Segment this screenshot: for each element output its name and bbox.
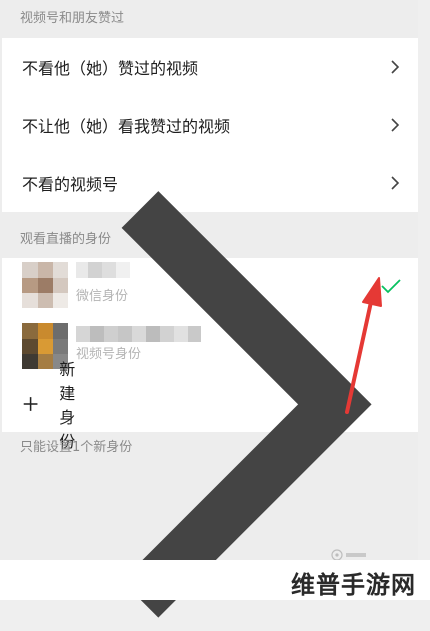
row-label: 不看他（她）赞过的视频 (22, 59, 199, 78)
plus-icon (23, 397, 38, 411)
hide-their-liked-videos-row[interactable]: 不看他（她）赞过的视频 (2, 38, 418, 96)
annotation-arrow (345, 277, 382, 414)
row-label: 不让他（她）看我赞过的视频 (22, 117, 231, 136)
watermark-text: 维普手游网 (291, 571, 416, 599)
chevron-right-icon (391, 60, 400, 74)
identity-footer-note: 只能设置1个新身份 (20, 440, 133, 455)
chevron-right-icon (391, 118, 400, 132)
likes-section-title: 视频号和朋友赞过 (20, 11, 125, 26)
new-identity-label: 新建身份 (59, 360, 76, 451)
hide-my-liked-videos-row[interactable]: 不让他（她）看我赞过的视频 (2, 96, 418, 154)
avatar (22, 262, 68, 308)
